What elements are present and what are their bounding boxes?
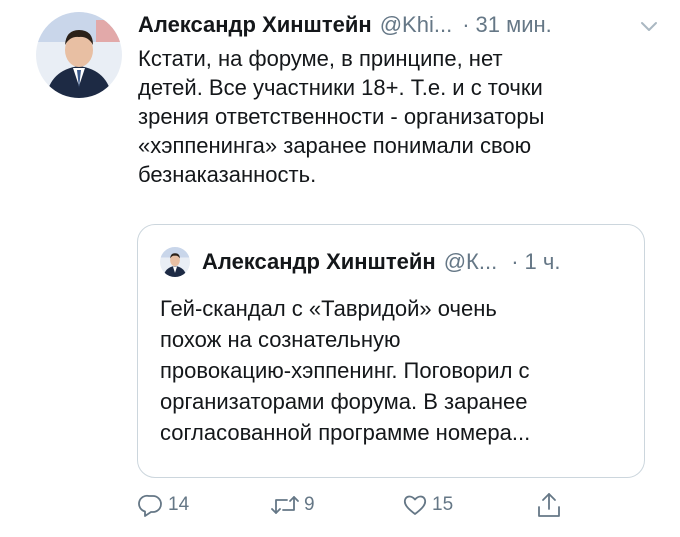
like-count: 15 <box>432 494 454 515</box>
quoted-author-name: Александр Хинштейн <box>202 249 436 274</box>
reply-button[interactable]: 14 <box>138 488 189 522</box>
retweet-button[interactable]: 9 <box>270 488 315 522</box>
chevron-down-icon[interactable] <box>638 16 660 34</box>
quoted-timestamp: 1 ч. <box>524 249 561 274</box>
quoted-author-handle: @К... <box>443 249 498 274</box>
quoted-header: Александр Хинштейн @К... · 1 ч. <box>202 245 626 279</box>
separator: · <box>462 12 470 37</box>
avatar[interactable] <box>36 12 122 98</box>
quoted-text: Гей-скандал с «Тавридой» очень похож на … <box>160 296 531 445</box>
reply-count: 14 <box>168 494 190 515</box>
quoted-separator: · <box>511 249 519 274</box>
retweet-count: 9 <box>304 494 315 515</box>
like-icon <box>402 493 432 517</box>
share-icon <box>536 491 566 519</box>
quoted-tweet[interactable]: Александр Хинштейн @К... · 1 ч. Гей-скан… <box>137 224 645 478</box>
author-name[interactable]: Александр Хинштейн <box>138 12 372 38</box>
retweet-icon <box>270 493 304 517</box>
tweet-header: Александр Хинштейн @Khi... · 31 мин. <box>138 8 660 42</box>
timestamp[interactable]: 31 мин. <box>476 12 552 38</box>
action-bar: 14 9 15 <box>138 488 578 522</box>
share-button[interactable] <box>536 488 566 522</box>
like-button[interactable]: 15 <box>402 488 453 522</box>
author-handle[interactable]: @Khi... <box>380 12 452 38</box>
reply-icon <box>138 493 168 517</box>
tweet-text: Кстати, на форуме, в принципе, нет детей… <box>138 46 545 187</box>
quoted-avatar[interactable] <box>160 247 190 277</box>
tweet: Александр Хинштейн @Khi... · 31 мин. Кст… <box>0 0 680 537</box>
